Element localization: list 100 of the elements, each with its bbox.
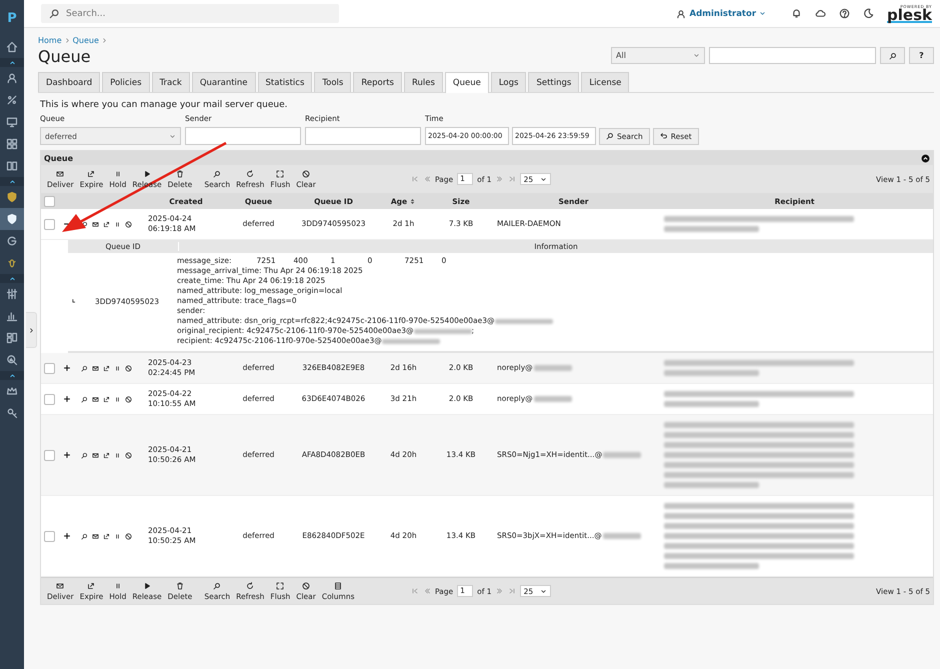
bee-icon[interactable] — [6, 257, 18, 269]
moon-icon[interactable] — [863, 8, 874, 19]
search-icon — [888, 52, 896, 60]
pause-icon[interactable] — [114, 532, 121, 540]
search-icon[interactable] — [81, 532, 88, 540]
tab[interactable]: Tools — [314, 72, 352, 92]
tab[interactable]: Queue — [444, 72, 489, 93]
expand-arrows-icon — [276, 170, 284, 178]
user-icon[interactable] — [6, 72, 18, 84]
external-link-icon — [87, 170, 96, 178]
sliders-icon[interactable] — [6, 288, 18, 300]
collapse-icon[interactable] — [921, 154, 930, 162]
user-menu[interactable]: Administrator — [676, 8, 766, 18]
tab[interactable]: Quarantine — [192, 72, 256, 92]
external-link-icon[interactable] — [103, 452, 110, 458]
grid-icon[interactable] — [6, 138, 18, 150]
tab[interactable]: Track — [152, 72, 190, 92]
caret-icon — [540, 176, 547, 182]
plesk-logo[interactable]: P — [0, 0, 24, 36]
home-icon[interactable] — [6, 41, 18, 53]
tiles-icon[interactable] — [6, 332, 18, 344]
row-checkbox[interactable] — [44, 450, 55, 460]
search-icon[interactable] — [81, 220, 88, 228]
search-icon[interactable] — [81, 396, 88, 402]
trash-icon — [176, 170, 184, 178]
user-icon — [676, 8, 686, 18]
ban-icon[interactable] — [125, 452, 132, 458]
pause-icon — [114, 582, 122, 590]
recipient-field[interactable] — [305, 127, 421, 145]
external-link-icon — [87, 582, 96, 590]
monitor-icon[interactable] — [6, 116, 18, 128]
envelope-icon[interactable] — [92, 364, 99, 372]
ban-icon[interactable] — [125, 532, 132, 540]
tab[interactable]: Reports — [353, 72, 402, 92]
brand-name: plesk — [887, 8, 932, 22]
ban-icon — [302, 582, 310, 590]
bar-chart-icon[interactable] — [6, 310, 18, 322]
pause-icon[interactable] — [114, 396, 121, 402]
shield-icon[interactable] — [6, 191, 18, 203]
scope-select[interactable]: All — [611, 47, 705, 64]
tab[interactable]: Rules — [404, 72, 443, 92]
external-link-icon[interactable] — [103, 532, 110, 540]
row-checkbox[interactable] — [44, 394, 55, 404]
breadcrumb-link[interactable]: Home — [38, 36, 62, 45]
breadcrumb-link[interactable]: Queue — [72, 36, 99, 45]
pause-icon[interactable] — [114, 452, 121, 458]
search-icon — [213, 170, 222, 178]
expand-row-icon[interactable] — [63, 364, 71, 372]
letter-g-icon[interactable] — [6, 235, 18, 247]
search-button[interactable] — [880, 47, 905, 64]
magnifier-chart-icon[interactable] — [6, 354, 18, 366]
tab[interactable]: Settings — [528, 72, 580, 92]
envelope-icon[interactable] — [92, 220, 99, 228]
expand-row-icon[interactable] — [63, 451, 71, 459]
help-button[interactable]: ? — [909, 47, 934, 64]
search-icon[interactable] — [81, 364, 88, 372]
bell-icon[interactable] — [791, 8, 802, 19]
envelope-icon — [56, 170, 64, 178]
tab[interactable]: Policies — [102, 72, 150, 92]
tab[interactable]: License — [581, 72, 630, 92]
key-icon[interactable] — [6, 407, 18, 419]
tab[interactable]: Dashboard — [38, 72, 100, 92]
tab[interactable]: Statistics — [258, 72, 312, 92]
expand-row-icon[interactable] — [63, 532, 71, 540]
caret-icon — [169, 132, 176, 140]
ban-icon — [302, 170, 310, 178]
ban-icon[interactable] — [125, 396, 132, 402]
subrow-icon — [71, 298, 77, 304]
search-input[interactable] — [709, 47, 876, 64]
external-link-icon[interactable] — [103, 364, 110, 372]
expand-row-icon[interactable] — [63, 395, 71, 403]
envelope-icon[interactable] — [92, 532, 99, 540]
row-checkbox[interactable] — [44, 218, 55, 230]
search-icon — [49, 8, 60, 19]
pause-icon[interactable] — [114, 364, 121, 372]
external-link-icon[interactable] — [103, 396, 110, 402]
refresh-icon — [246, 170, 254, 178]
row-checkbox[interactable] — [44, 530, 55, 542]
help-icon[interactable] — [839, 8, 850, 19]
book-icon[interactable] — [6, 160, 18, 172]
search-field[interactable]: Search... — [41, 4, 339, 23]
envelope-icon[interactable] — [92, 452, 99, 458]
percent-icon[interactable] — [6, 94, 18, 106]
sort-icon[interactable] — [409, 198, 416, 204]
ban-icon[interactable] — [125, 220, 132, 228]
tab[interactable]: Logs — [490, 72, 526, 92]
row-checkbox[interactable] — [44, 362, 55, 374]
crown-icon[interactable] — [6, 385, 18, 397]
cloud-icon[interactable] — [815, 8, 826, 19]
expand-arrows-icon — [276, 582, 284, 590]
pause-icon[interactable] — [114, 220, 121, 228]
external-link-icon[interactable] — [103, 220, 110, 228]
sidebar-toggle[interactable] — [26, 312, 37, 348]
search-icon[interactable] — [81, 452, 88, 458]
envelope-icon[interactable] — [92, 396, 99, 402]
sender-field[interactable] — [185, 127, 301, 145]
ban-icon[interactable] — [125, 364, 132, 372]
select-all-checkbox[interactable] — [44, 196, 55, 206]
chevron-icon — [64, 37, 71, 44]
page-title: Queue — [38, 47, 92, 66]
